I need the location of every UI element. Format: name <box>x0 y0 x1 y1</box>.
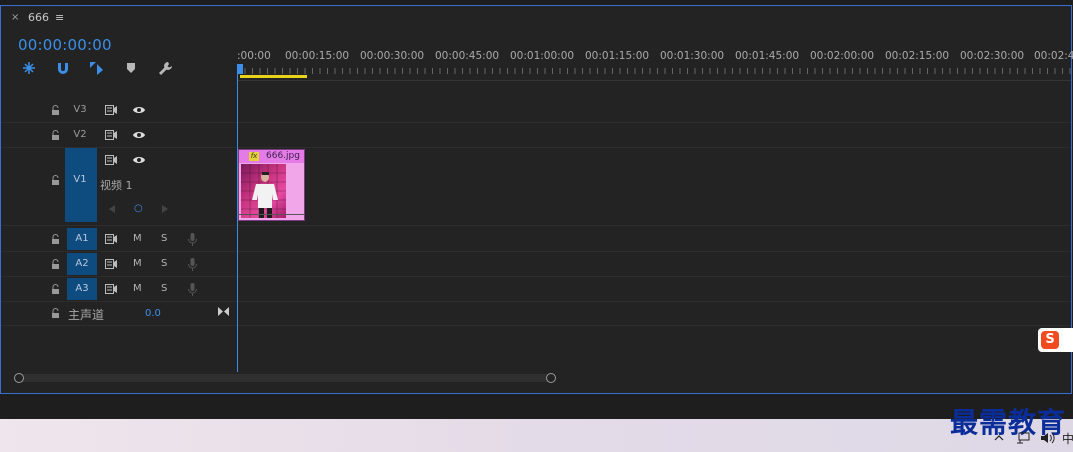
scrollbar-end-handle[interactable] <box>546 373 556 383</box>
track-header-v2: V2 <box>1 123 236 148</box>
track-label-v2[interactable]: V2 <box>68 129 92 140</box>
lock-icon[interactable] <box>50 104 60 116</box>
work-area-bar[interactable] <box>240 75 307 78</box>
network-icon[interactable] <box>1015 431 1031 445</box>
sync-lock-icon[interactable] <box>104 103 118 117</box>
mute-button[interactable]: M <box>133 283 142 294</box>
prev-keyframe-icon[interactable] <box>108 204 116 214</box>
source-target-a3[interactable]: A3 <box>67 278 97 300</box>
ime-indicator[interactable]: 中 <box>1062 430 1073 447</box>
eye-icon[interactable] <box>131 153 146 167</box>
ruler-divider <box>237 80 1071 81</box>
clip-thumbnail <box>241 164 286 218</box>
lock-icon[interactable] <box>50 129 60 141</box>
sync-lock-icon[interactable] <box>104 257 118 271</box>
track-lane-v1[interactable] <box>238 148 1071 226</box>
status-strip <box>0 394 1073 419</box>
ruler-label: 00:02:45 <box>1034 50 1073 62</box>
clip-name: 666.jpg <box>266 151 300 161</box>
microphone-icon[interactable] <box>186 282 198 296</box>
sync-lock-icon[interactable] <box>104 153 118 167</box>
track-label-v3[interactable]: V3 <box>68 104 92 115</box>
sync-lock-icon[interactable] <box>104 128 118 142</box>
sogou-logo-icon[interactable]: S <box>1041 331 1059 349</box>
ruler-ticks <box>237 68 1071 74</box>
playhead-handle[interactable] <box>237 64 243 74</box>
ruler-label: 00:00:15:00 <box>285 50 350 62</box>
lock-icon[interactable] <box>50 233 60 245</box>
mute-button[interactable]: M <box>133 233 142 244</box>
add-keyframe-button[interactable]: ○ <box>134 203 143 214</box>
playhead-timecode[interactable]: 00:00:00:00 <box>18 36 112 54</box>
lock-icon[interactable] <box>50 307 60 319</box>
volume-icon[interactable] <box>1039 431 1055 445</box>
track-lane-master[interactable] <box>238 302 1071 326</box>
wrench-icon[interactable] <box>157 60 173 76</box>
tab-menu-icon[interactable]: ≡ <box>55 11 64 24</box>
track-lane-v2[interactable] <box>238 123 1071 148</box>
ruler-label: 00:02:30:00 <box>960 50 1025 62</box>
ruler-label: 00:02:15:00 <box>885 50 950 62</box>
ruler-label: :00:00 <box>237 50 271 62</box>
video-clip[interactable]: fx 666.jpg <box>238 149 305 221</box>
tab-close-button[interactable]: × <box>11 12 19 23</box>
go-to-keyframe-icon[interactable] <box>217 305 229 317</box>
chevron-up-icon[interactable] <box>993 432 1005 442</box>
sync-lock-icon[interactable] <box>104 282 118 296</box>
linked-selection-icon[interactable] <box>88 60 104 76</box>
sync-lock-icon[interactable] <box>104 232 118 246</box>
marker-icon[interactable] <box>123 60 139 76</box>
time-ruler[interactable]: :00:00 00:00:15:00 00:00:30:00 00:00:45:… <box>237 44 1073 80</box>
ruler-label: 00:02:00:00 <box>810 50 875 62</box>
ruler-label: 00:01:00:00 <box>510 50 575 62</box>
ruler-label: 00:01:30:00 <box>660 50 725 62</box>
tab-bar: × 666 ≡ <box>1 6 1071 30</box>
master-volume-value[interactable]: 0.0 <box>145 308 161 319</box>
next-keyframe-icon[interactable] <box>161 204 169 214</box>
tab-title[interactable]: 666 <box>28 11 49 24</box>
solo-button[interactable]: S <box>161 233 167 244</box>
solo-button[interactable]: S <box>161 283 167 294</box>
track-header-master: 主声道 0.0 <box>1 302 236 326</box>
track-header-a3: A3 M S <box>1 277 236 302</box>
source-target-a2[interactable]: A2 <box>67 253 97 275</box>
microphone-icon[interactable] <box>186 232 198 246</box>
zoom-scrollbar[interactable] <box>18 374 552 382</box>
ruler-label: 00:00:45:00 <box>435 50 500 62</box>
eye-icon[interactable] <box>131 128 146 142</box>
ruler-label: 00:00:30:00 <box>360 50 425 62</box>
magnet-icon[interactable] <box>55 60 71 76</box>
playhead-line[interactable] <box>237 64 238 372</box>
solo-button[interactable]: S <box>161 258 167 269</box>
ruler-label: 00:01:45:00 <box>735 50 800 62</box>
track-lane-a1[interactable] <box>238 227 1071 252</box>
snap-nest-icon[interactable] <box>21 60 37 76</box>
microphone-icon[interactable] <box>186 257 198 271</box>
lock-icon[interactable] <box>50 174 60 186</box>
source-target-a1[interactable]: A1 <box>67 228 97 250</box>
track-header-v3: V3 <box>1 98 236 123</box>
mute-button[interactable]: M <box>133 258 142 269</box>
fx-badge[interactable]: fx <box>249 152 259 161</box>
track-lane-a3[interactable] <box>238 277 1071 302</box>
lock-icon[interactable] <box>50 258 60 270</box>
opacity-line[interactable] <box>239 214 304 215</box>
master-track-name: 主声道 <box>68 308 105 322</box>
eye-icon[interactable] <box>131 103 146 117</box>
lock-icon[interactable] <box>50 283 60 295</box>
track-label-v1[interactable]: V1 <box>68 174 92 185</box>
track-header-v1: V1 视频 1 ○ <box>1 148 236 226</box>
sogou-ime-toolbar[interactable]: S <box>1038 328 1073 352</box>
track-name-v1[interactable]: 视频 1 <box>100 177 133 193</box>
track-header-a2: A2 M S <box>1 252 236 277</box>
ruler-label: 00:01:15:00 <box>585 50 650 62</box>
track-header-a1: A1 M S <box>1 227 236 252</box>
track-lane-v3[interactable] <box>238 98 1071 123</box>
track-lane-a2[interactable] <box>238 252 1071 277</box>
scrollbar-start-handle[interactable] <box>14 373 24 383</box>
taskbar <box>0 419 1073 452</box>
